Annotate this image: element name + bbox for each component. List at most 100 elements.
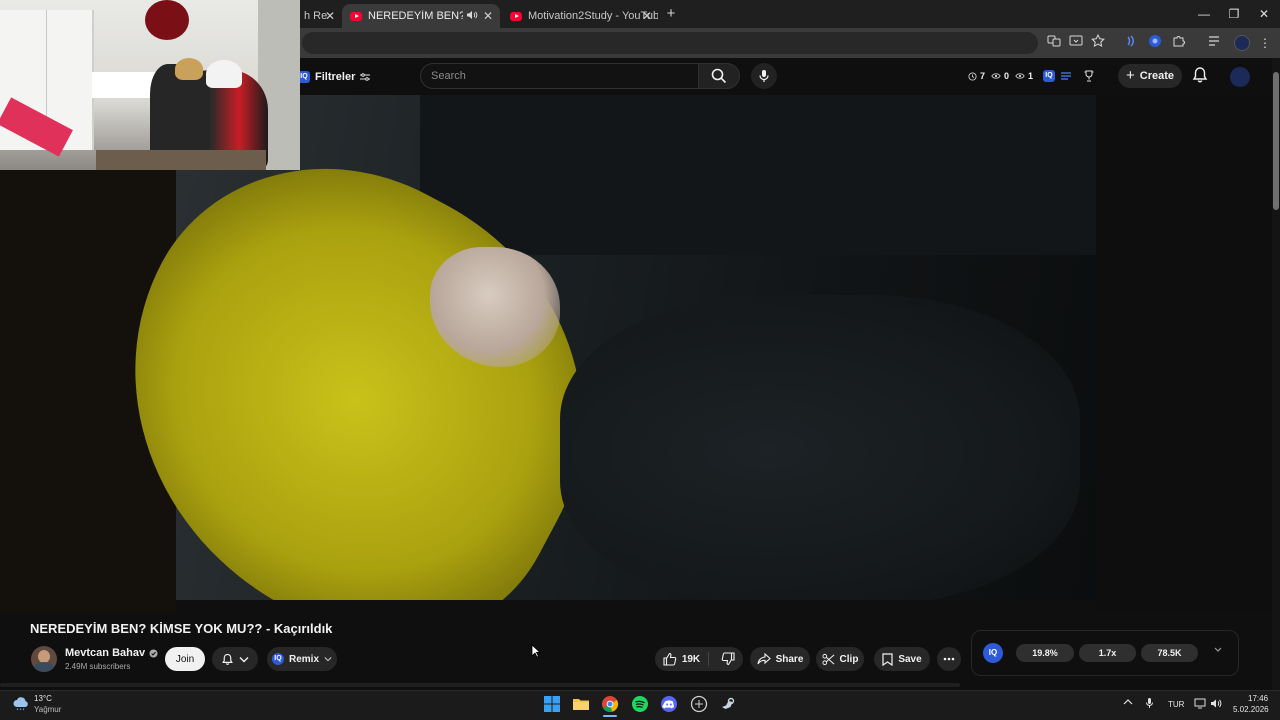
- extensions-puzzle-icon[interactable]: [1172, 34, 1190, 52]
- channel-avatar[interactable]: [31, 646, 57, 672]
- iq-stat-multiplier: 1.7x: [1079, 644, 1136, 662]
- bell-icon: [221, 653, 234, 666]
- remix-label: Remix: [288, 653, 319, 665]
- iq-header-icon[interactable]: IQ: [1043, 70, 1060, 82]
- history-icon: [1015, 72, 1025, 80]
- dislike-button[interactable]: [714, 652, 735, 666]
- join-button[interactable]: Join: [165, 647, 205, 671]
- tab-motivation2study[interactable]: Motivation2Study - YouTube ✕: [502, 4, 658, 28]
- iq-logo-icon[interactable]: IQ: [983, 643, 1003, 663]
- weather-temperature[interactable]: 13°C: [34, 694, 52, 703]
- close-tab-icon[interactable]: ✕: [640, 9, 654, 23]
- more-actions-button[interactable]: [937, 647, 961, 671]
- chrome-icon[interactable]: [601, 695, 619, 713]
- game-app-icon[interactable]: [690, 695, 708, 713]
- clock-date[interactable]: 5.02.2026: [1233, 705, 1269, 714]
- description-divider: [0, 683, 960, 687]
- subscriber-count: 2.49M subscribers: [65, 662, 131, 671]
- close-window-button[interactable]: ✕: [1250, 4, 1278, 24]
- search-icon: [711, 68, 727, 84]
- discord-icon[interactable]: [660, 695, 678, 713]
- spotify-icon[interactable]: [631, 695, 649, 713]
- extension-wave-icon[interactable]: [1124, 34, 1142, 52]
- iq-stat-percent: 19.8%: [1016, 644, 1074, 662]
- channel-name-link[interactable]: Mevtcan Bahav: [65, 647, 158, 659]
- profile-avatar[interactable]: [1234, 35, 1250, 51]
- video-dark-fabric: [560, 295, 1080, 605]
- account-avatar[interactable]: [1230, 67, 1250, 87]
- iq-expand-chevron-icon[interactable]: [1213, 646, 1225, 660]
- minimize-button[interactable]: —: [1190, 4, 1218, 24]
- close-tab-icon[interactable]: ✕: [481, 9, 495, 23]
- weather-cloud-icon[interactable]: [12, 696, 30, 710]
- network-monitor-icon[interactable]: [1194, 698, 1206, 709]
- share-button[interactable]: Share: [750, 647, 810, 671]
- scissors-icon: [822, 653, 835, 666]
- chevron-down-icon: [239, 656, 249, 663]
- file-explorer-icon[interactable]: [572, 695, 590, 713]
- video-frame-dark-top: [420, 95, 1096, 255]
- video-title: NEREDEYİM BEN? KİMSE YOK MU?? - Kaçırıld…: [30, 621, 333, 636]
- menu-kebab-icon[interactable]: ⋮: [1256, 34, 1274, 52]
- channel-name: Mevtcan Bahav: [65, 647, 146, 659]
- tab-title: NEREDEYİM BEN? KİMSE YO: [368, 10, 463, 22]
- translate-icon[interactable]: [1047, 34, 1065, 52]
- tab-inactive-left[interactable]: h Re ✕: [296, 4, 340, 28]
- webcam-person-head: [175, 58, 203, 80]
- steam-icon[interactable]: [719, 695, 737, 713]
- video-player[interactable]: [0, 95, 1272, 612]
- microphone-icon[interactable]: [1145, 697, 1154, 709]
- microphone-icon: [758, 69, 770, 83]
- search-button[interactable]: [698, 63, 740, 89]
- clock-time[interactable]: 17:46: [1248, 694, 1268, 703]
- iq-extension-icon[interactable]: [1148, 34, 1166, 52]
- windows-start-icon[interactable]: [543, 695, 561, 713]
- address-bar[interactable]: [302, 32, 1038, 54]
- clip-button[interactable]: Clip: [816, 647, 864, 671]
- list-settings-icon[interactable]: [1060, 70, 1072, 82]
- video-frame-right-edge: [1096, 95, 1272, 612]
- bookmark-star-icon[interactable]: [1091, 34, 1109, 52]
- restore-button[interactable]: ❐: [1220, 4, 1248, 24]
- filters-label: Filtreler: [315, 71, 356, 83]
- webcam-white-cap: [206, 60, 242, 88]
- install-app-icon[interactable]: [1069, 34, 1087, 52]
- thumbs-up-icon: [663, 652, 677, 666]
- keyboard-language[interactable]: TUR: [1168, 700, 1184, 709]
- like-count: 19K: [681, 653, 701, 665]
- save-label: Save: [898, 653, 922, 665]
- youtube-favicon-icon: [510, 11, 522, 21]
- tray-chevron-up-icon[interactable]: [1123, 698, 1133, 706]
- scrollbar-thumb[interactable]: [1273, 72, 1279, 210]
- voice-search-button[interactable]: [751, 63, 777, 89]
- search-input[interactable]: [431, 68, 681, 84]
- join-label: Join: [175, 653, 195, 665]
- notifications-bell-icon[interactable]: [1191, 66, 1211, 86]
- views-count: 0: [1004, 71, 1010, 81]
- subscription-bell-button[interactable]: [212, 647, 258, 671]
- webcam-floor: [96, 150, 266, 170]
- like-button[interactable]: 19K: [663, 652, 710, 666]
- like-dislike-group: 19K: [655, 647, 743, 671]
- volume-speaker-icon[interactable]: [1210, 698, 1222, 709]
- header-stats: 7 0 1: [968, 68, 1036, 84]
- weather-condition[interactable]: Yağmur: [34, 705, 61, 714]
- verified-check-icon: [149, 648, 158, 658]
- trophy-icon[interactable]: [1083, 70, 1095, 82]
- sliders-icon: [360, 72, 371, 82]
- watch-later-count: 7: [980, 71, 986, 81]
- more-horizontal-icon: [943, 657, 955, 661]
- close-tab-icon[interactable]: ✕: [323, 9, 337, 23]
- create-button[interactable]: + Create: [1118, 64, 1182, 88]
- save-button[interactable]: Save: [874, 647, 930, 671]
- speaker-icon[interactable]: [466, 9, 480, 23]
- new-tab-button[interactable]: +: [662, 6, 680, 24]
- tab-active[interactable]: NEREDEYİM BEN? KİMSE YO ✕: [342, 4, 500, 28]
- reading-list-icon[interactable]: [1207, 34, 1225, 52]
- filters-button[interactable]: IQ Filtreler: [298, 66, 371, 88]
- clip-label: Clip: [839, 653, 859, 665]
- webcam-overlay: [0, 0, 300, 170]
- bookmark-icon: [882, 652, 893, 666]
- remix-button[interactable]: IQ Remix: [267, 647, 337, 671]
- create-label: Create: [1139, 70, 1174, 82]
